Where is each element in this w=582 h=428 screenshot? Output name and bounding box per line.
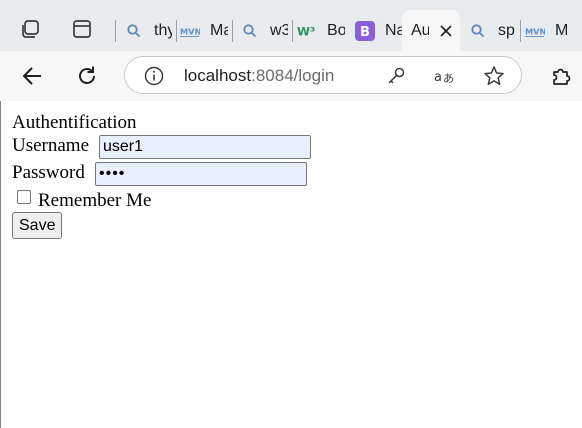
tab-title: Na — [385, 21, 403, 39]
svg-text:a: a — [434, 70, 442, 85]
svg-text:MVN: MVN — [525, 26, 545, 36]
svg-text:MVN: MVN — [180, 26, 200, 36]
password-field[interactable]: •••• — [95, 162, 307, 186]
tab-1[interactable]: thy — [124, 10, 172, 51]
page-content: Authentification Username user1 Password… — [0, 101, 582, 428]
tab-title: Ma — [210, 21, 228, 39]
tab-title: w3 — [270, 21, 288, 39]
w3schools-icon: W³ — [297, 21, 317, 41]
save-button[interactable]: Save — [12, 212, 63, 239]
workspaces-icon — [22, 20, 39, 38]
close-icon[interactable] — [439, 24, 453, 38]
key-icon[interactable] — [385, 65, 407, 87]
favorite-star-icon[interactable] — [483, 65, 505, 87]
url-port: :8084 — [251, 66, 294, 85]
password-label: Password — [12, 162, 85, 183]
search-icon — [240, 21, 260, 41]
extensions-button[interactable] — [544, 59, 578, 93]
url-host: localhost — [184, 66, 252, 85]
username-field[interactable]: user1 — [99, 135, 311, 159]
mvn-icon: MVN — [525, 21, 545, 41]
tab-8[interactable]: MVN M — [525, 10, 569, 51]
tab-separator — [292, 20, 293, 42]
page-title: Authentification — [12, 112, 137, 133]
back-arrow-icon — [22, 67, 41, 85]
remember-me-label: Remember Me — [38, 190, 152, 211]
tab-title: M — [555, 21, 569, 39]
svg-text:W³: W³ — [297, 24, 315, 38]
username-label: Username — [12, 135, 90, 156]
tab-title: thy — [154, 21, 172, 39]
mvn-icon: MVN — [180, 21, 200, 41]
puzzle-icon — [553, 68, 571, 85]
tab-separator — [176, 20, 177, 42]
tab-separator — [520, 20, 521, 42]
site-info-icon[interactable] — [144, 66, 164, 86]
search-icon — [124, 21, 144, 41]
url-path: /login — [293, 66, 335, 85]
remember-me-checkbox[interactable] — [17, 190, 31, 204]
tab-4[interactable]: W³ Bo — [297, 10, 345, 51]
search-icon — [468, 21, 488, 41]
tab-5[interactable]: B Na — [355, 10, 403, 51]
url-text: localhost:8084/login — [184, 66, 334, 86]
read-aloud-translate-icon[interactable]: a あ — [433, 65, 455, 87]
tab-title: Au — [411, 21, 429, 39]
tab-active[interactable]: Au — [402, 10, 460, 51]
address-bar[interactable]: localhost:8084/login a あ — [124, 56, 522, 94]
svg-text:B: B — [360, 25, 370, 40]
tab-7[interactable]: sp — [468, 10, 516, 51]
refresh-button[interactable] — [70, 59, 104, 93]
vertical-tabs-button[interactable] — [65, 12, 99, 46]
svg-text:あ: あ — [443, 72, 454, 85]
tab-strip: thy MVN Ma w3 W³ Bo B Na Au sp MVN M — [0, 0, 582, 51]
bootstrap-icon: B — [355, 20, 375, 41]
tab-title: Bo — [327, 21, 345, 39]
navigation-toolbar: localhost:8084/login a あ — [0, 51, 582, 101]
refresh-icon — [79, 66, 95, 84]
back-button[interactable] — [15, 59, 49, 93]
tab-title: sp — [498, 21, 515, 39]
tab-separator — [115, 20, 116, 42]
tab-3[interactable]: w3 — [240, 10, 288, 51]
tab-actions-icon — [73, 20, 91, 38]
workspaces-button[interactable] — [13, 12, 47, 46]
tab-separator — [232, 20, 233, 42]
tab-2[interactable]: MVN Ma — [180, 10, 228, 51]
